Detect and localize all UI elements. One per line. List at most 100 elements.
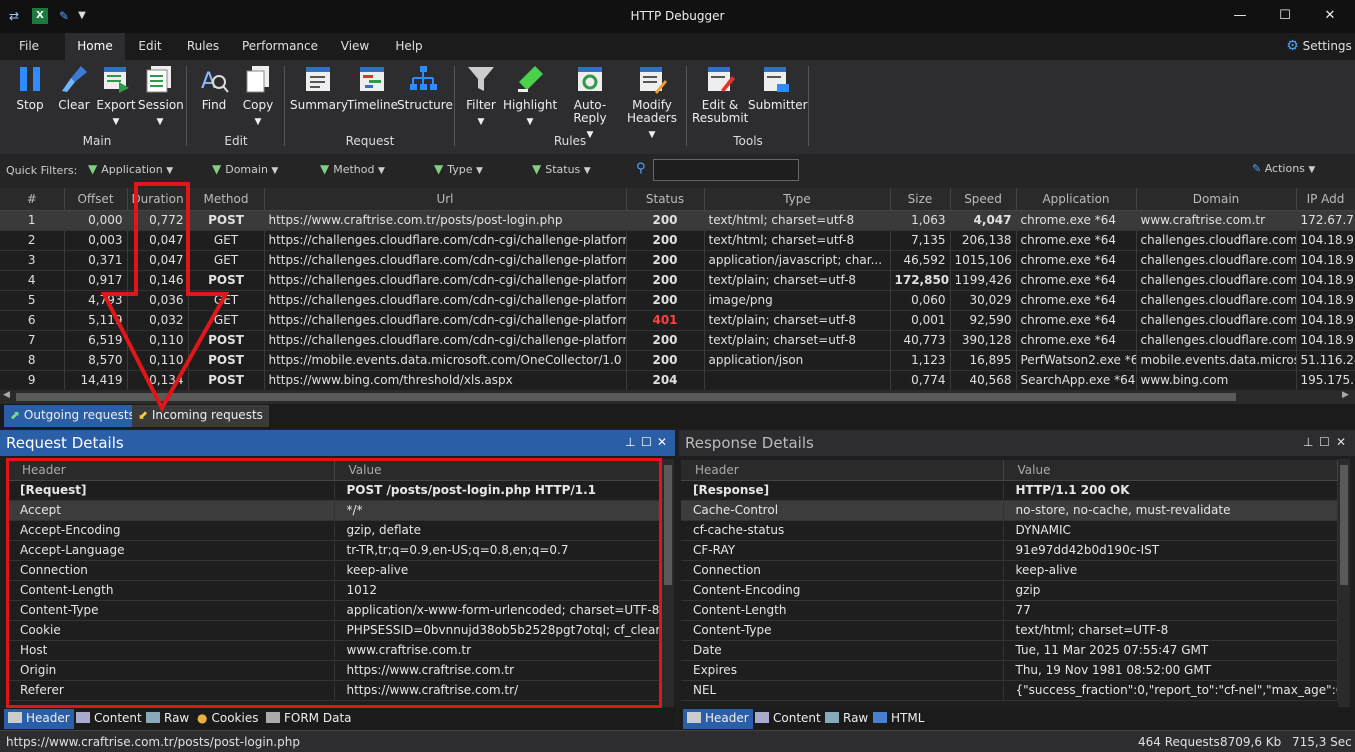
request-tab-content[interactable]: Content bbox=[72, 709, 146, 729]
table-row[interactable]: 5 4,793 0,036 GET https://challenges.clo… bbox=[0, 290, 1355, 311]
column-header-method[interactable]: Method bbox=[188, 188, 265, 211]
column-header-ip-address[interactable]: IP Add bbox=[1296, 188, 1355, 211]
scroll-right-icon[interactable]: ▶ bbox=[1342, 390, 1349, 400]
scroll-left-icon[interactable]: ◀ bbox=[3, 390, 10, 400]
request-details-scrollbar[interactable] bbox=[662, 459, 674, 707]
column-header-header[interactable]: Header bbox=[681, 460, 1004, 481]
table-row[interactable]: Host www.craftrise.com.tr bbox=[8, 640, 661, 661]
status-filter[interactable]: ▼ Status ▼ bbox=[532, 162, 591, 176]
response-details-scrollbar[interactable] bbox=[1338, 459, 1350, 707]
type-filter[interactable]: ▼ Type ▼ bbox=[434, 162, 483, 176]
export-button[interactable]: Export ▼ bbox=[96, 64, 136, 129]
scrollbar-thumb[interactable] bbox=[664, 465, 672, 585]
tab-home[interactable]: Home bbox=[65, 33, 125, 60]
response-tab-content[interactable]: Content bbox=[751, 709, 825, 729]
close-panel-icon[interactable]: ✕ bbox=[657, 435, 667, 449]
table-row[interactable]: Accept */* bbox=[8, 500, 661, 521]
table-row[interactable]: Content-Length 1012 bbox=[8, 580, 661, 601]
table-row[interactable]: [Request] POST /posts/post-login.php HTTP… bbox=[8, 480, 661, 501]
close-panel-icon[interactable]: ✕ bbox=[1336, 435, 1346, 449]
clear-button[interactable]: Clear bbox=[56, 64, 92, 112]
table-row[interactable]: Origin https://www.craftrise.com.tr bbox=[8, 660, 661, 681]
table-row[interactable]: 9 14,419 0,134 POST https://www.bing.com… bbox=[0, 370, 1355, 390]
pin-icon[interactable]: ⊥ bbox=[1303, 435, 1313, 449]
column-header-domain[interactable]: Domain bbox=[1136, 188, 1297, 211]
tab-performance[interactable]: Performance bbox=[238, 33, 322, 60]
highlight-button[interactable]: Highlight ▼ bbox=[503, 64, 557, 129]
auto-reply-button[interactable]: Auto-Reply ▼ bbox=[558, 64, 622, 142]
request-tab-cookies[interactable]: ● Cookies bbox=[193, 709, 262, 729]
grid-horizontal-scrollbar[interactable]: ◀ ▶ bbox=[0, 390, 1355, 404]
column-header-number[interactable]: # bbox=[0, 188, 65, 211]
table-row[interactable]: Content-Type application/x-www-form-urlen… bbox=[8, 600, 661, 621]
scrollbar-thumb[interactable] bbox=[1340, 465, 1348, 585]
submitter-button[interactable]: Submitter bbox=[748, 64, 808, 112]
tab-incoming-requests[interactable]: ⬋ Incoming requests bbox=[132, 405, 269, 427]
request-tab-form-data[interactable]: FORM Data bbox=[262, 709, 356, 729]
table-row[interactable]: cf-cache-status DYNAMIC bbox=[681, 520, 1338, 541]
tab-edit[interactable]: Edit bbox=[130, 33, 170, 60]
table-row[interactable]: Cache-Control no-store, no-cache, must-re… bbox=[681, 500, 1338, 521]
column-header-value[interactable]: Value bbox=[1003, 460, 1338, 481]
tab-rules[interactable]: Rules bbox=[180, 33, 226, 60]
column-header-application[interactable]: Application bbox=[1016, 188, 1137, 211]
maximize-panel-icon[interactable]: ☐ bbox=[1319, 435, 1330, 449]
settings-button[interactable]: ⚙ Settings bbox=[1286, 33, 1352, 60]
table-row[interactable]: Accept-Language tr-TR,tr;q=0.9,en-US;q=0.… bbox=[8, 540, 661, 561]
table-row[interactable]: 1 0,000 0,772 POST https://www.craftrise… bbox=[0, 210, 1355, 231]
tab-view[interactable]: View bbox=[334, 33, 376, 60]
table-row[interactable]: Connection keep-alive bbox=[8, 560, 661, 581]
summary-button[interactable]: Summary bbox=[290, 64, 348, 112]
minimize-button[interactable]: — bbox=[1225, 5, 1255, 27]
find-button[interactable]: A Find bbox=[196, 64, 232, 112]
copy-button[interactable]: Copy ▼ bbox=[240, 64, 276, 129]
table-row[interactable]: Cookie PHPSESSID=0bvnnujd38ob5b2528pgt7ot… bbox=[8, 620, 661, 641]
session-button[interactable]: Session ▼ bbox=[138, 64, 184, 129]
table-row[interactable]: Expires Thu, 19 Nov 1981 08:52:00 GMT bbox=[681, 660, 1338, 681]
application-filter[interactable]: ▼ Application ▼ bbox=[88, 162, 173, 176]
tab-outgoing-requests[interactable]: ⬈ Outgoing requests bbox=[4, 405, 141, 427]
table-row[interactable]: 2 0,003 0,047 GET https://challenges.clo… bbox=[0, 230, 1355, 251]
column-header-status[interactable]: Status bbox=[626, 188, 705, 211]
maximize-panel-icon[interactable]: ☐ bbox=[641, 435, 652, 449]
actions-button[interactable]: ✎ Actions ▼ bbox=[1252, 162, 1315, 175]
domain-filter[interactable]: ▼ Domain ▼ bbox=[212, 162, 278, 176]
table-row[interactable]: CF-RAY 91e97dd42b0d190c-IST bbox=[681, 540, 1338, 561]
column-header-speed[interactable]: Speed bbox=[950, 188, 1017, 211]
table-row[interactable]: [Response] HTTP/1.1 200 OK bbox=[681, 480, 1338, 501]
column-header-duration[interactable]: Duration bbox=[127, 188, 189, 211]
column-header-header[interactable]: Header bbox=[8, 460, 335, 481]
search-input[interactable] bbox=[653, 159, 799, 181]
structure-button[interactable]: Structure bbox=[397, 64, 453, 112]
table-row[interactable]: Content-Encoding gzip bbox=[681, 580, 1338, 601]
modify-headers-button[interactable]: Modify Headers ▼ bbox=[624, 64, 680, 142]
scrollbar-thumb[interactable] bbox=[16, 393, 1236, 401]
table-row[interactable]: 7 6,519 0,110 POST https://challenges.cl… bbox=[0, 330, 1355, 351]
tab-help[interactable]: Help bbox=[388, 33, 430, 60]
table-row[interactable]: Connection keep-alive bbox=[681, 560, 1338, 581]
table-row[interactable]: 3 0,371 0,047 GET https://challenges.clo… bbox=[0, 250, 1355, 271]
table-row[interactable]: Accept-Encoding gzip, deflate bbox=[8, 520, 661, 541]
column-header-type[interactable]: Type bbox=[704, 188, 891, 211]
pin-icon[interactable]: ⊥ bbox=[625, 435, 635, 449]
stop-button[interactable]: Stop bbox=[12, 64, 48, 112]
response-tab-header[interactable]: Header bbox=[683, 709, 753, 729]
table-row[interactable]: Content-Length 77 bbox=[681, 600, 1338, 621]
column-header-url[interactable]: Url bbox=[264, 188, 627, 211]
maximize-button[interactable]: ☐ bbox=[1270, 5, 1300, 27]
edit-resubmit-button[interactable]: Edit & Resubmit bbox=[692, 64, 748, 125]
table-row[interactable]: NEL {"success_fraction":0,"report_to":"cf… bbox=[681, 680, 1338, 701]
table-row[interactable]: Referer https://www.craftrise.com.tr/ bbox=[8, 680, 661, 701]
column-header-size[interactable]: Size bbox=[890, 188, 951, 211]
request-tab-header[interactable]: Header bbox=[4, 709, 74, 729]
column-header-offset[interactable]: Offset bbox=[64, 188, 128, 211]
filter-button[interactable]: Filter ▼ bbox=[462, 64, 500, 129]
request-tab-raw[interactable]: Raw bbox=[142, 709, 193, 729]
timeline-button[interactable]: Timeline bbox=[347, 64, 398, 112]
response-tab-html[interactable]: HTML bbox=[869, 709, 928, 729]
table-row[interactable]: 4 0,917 0,146 POST https://challenges.cl… bbox=[0, 270, 1355, 291]
table-row[interactable]: Content-Type text/html; charset=UTF-8 bbox=[681, 620, 1338, 641]
table-row[interactable]: 6 5,119 0,032 GET https://challenges.clo… bbox=[0, 310, 1355, 331]
tab-file[interactable]: File bbox=[10, 33, 48, 60]
column-header-value[interactable]: Value bbox=[334, 460, 661, 481]
